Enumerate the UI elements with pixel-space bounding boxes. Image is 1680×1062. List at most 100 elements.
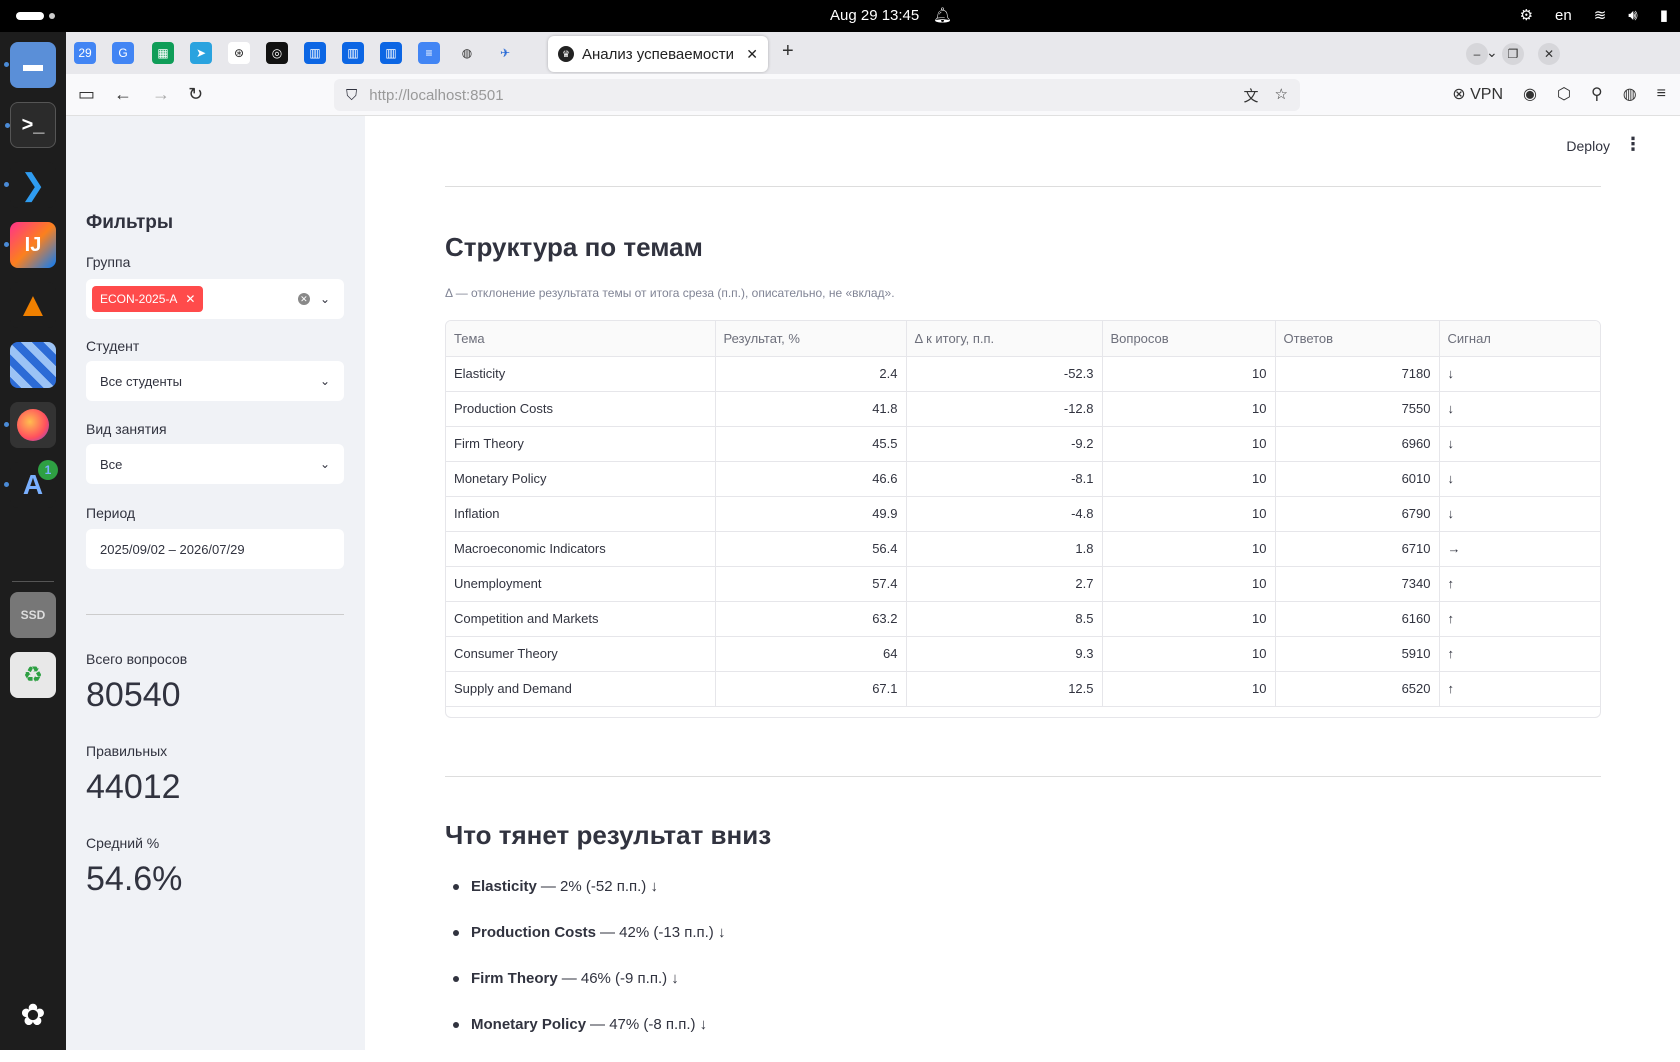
- workspace-dot[interactable]: [49, 13, 55, 19]
- url-text[interactable]: http://localhost:8501: [369, 87, 503, 104]
- student-select[interactable]: Все студенты ⌄: [86, 361, 344, 401]
- table-cell[interactable]: Inflation: [446, 496, 716, 532]
- trello-tab-icon-2[interactable]: ▥: [342, 42, 364, 64]
- back-icon[interactable]: ←: [114, 84, 132, 105]
- table-cell[interactable]: ↓: [1439, 426, 1600, 462]
- chevron-down-icon[interactable]: ⌄: [320, 292, 330, 306]
- table-cell[interactable]: Production Costs: [446, 391, 716, 427]
- search-extension-icon[interactable]: ⚲: [1591, 84, 1603, 104]
- close-window-icon[interactable]: ✕: [1538, 43, 1560, 65]
- extensions-icon[interactable]: ⬡: [1557, 84, 1571, 104]
- table-cell[interactable]: 2.7: [906, 566, 1103, 602]
- activity-select[interactable]: Все ⌄: [86, 444, 344, 484]
- table-cell[interactable]: 9.3: [906, 636, 1103, 672]
- sidebar-toggle-icon[interactable]: ▭: [78, 84, 95, 105]
- table-cell[interactable]: 57.4: [715, 566, 907, 602]
- group-tag[interactable]: ECON-2025-A ✕: [92, 286, 204, 312]
- globe-tab-icon[interactable]: ◍: [456, 42, 478, 64]
- site-security-icon[interactable]: ⛉: [346, 87, 357, 104]
- table-cell[interactable]: 64: [715, 636, 907, 672]
- wifi-icon[interactable]: ≋: [1594, 6, 1607, 24]
- more-options-icon[interactable]: ⋮: [1624, 134, 1642, 155]
- table-cell[interactable]: 1.8: [906, 531, 1103, 567]
- chevron-down-icon[interactable]: ⌄: [320, 457, 330, 471]
- table-cell[interactable]: Elasticity: [446, 356, 716, 392]
- ssd-drive-icon[interactable]: SSD: [10, 592, 56, 638]
- column-header[interactable]: Ответов: [1275, 321, 1440, 357]
- network-app-icon[interactable]: A1: [4, 460, 58, 508]
- telegram-tab-icon[interactable]: ➤: [190, 42, 212, 64]
- table-cell[interactable]: 10: [1102, 426, 1276, 462]
- workspace-indicator[interactable]: [16, 12, 44, 20]
- table-cell[interactable]: 12.5: [906, 671, 1103, 707]
- table-cell[interactable]: 10: [1102, 461, 1276, 497]
- table-cell[interactable]: -4.8: [906, 496, 1103, 532]
- table-cell[interactable]: 2.4: [715, 356, 907, 392]
- vlc-app-icon[interactable]: ▲: [10, 282, 56, 328]
- table-cell[interactable]: -52.3: [906, 356, 1103, 392]
- table-cell[interactable]: 7550: [1275, 391, 1440, 427]
- table-row[interactable]: Inflation 49.9 -4.8 10 6790 ↓: [446, 496, 1600, 532]
- table-cell[interactable]: Unemployment: [446, 566, 716, 602]
- table-cell[interactable]: 7340: [1275, 566, 1440, 602]
- column-header[interactable]: Δ к итогу, п.п.: [906, 321, 1103, 357]
- group-multiselect[interactable]: ECON-2025-A ✕ ✕ ⌄: [86, 279, 344, 319]
- volume-icon[interactable]: 🔊︎: [1628, 7, 1637, 24]
- firefox-app-icon[interactable]: [4, 402, 56, 448]
- translate-page-icon[interactable]: 文: [1244, 85, 1259, 106]
- column-header[interactable]: Вопросов: [1102, 321, 1276, 357]
- table-cell[interactable]: 6010: [1275, 461, 1440, 497]
- table-cell[interactable]: →: [1439, 531, 1600, 567]
- translate-tab-icon[interactable]: G: [112, 42, 134, 64]
- terminal-app-icon[interactable]: >_: [5, 102, 56, 148]
- battery-icon[interactable]: ▮: [1660, 6, 1668, 24]
- table-cell[interactable]: 8.5: [906, 601, 1103, 637]
- table-row[interactable]: Supply and Demand 67.1 12.5 10 6520 ↑: [446, 671, 1600, 707]
- table-cell[interactable]: 10: [1102, 636, 1276, 672]
- url-bar[interactable]: ⛉ http://localhost:8501 文 ☆: [334, 79, 1300, 111]
- table-cell[interactable]: Supply and Demand: [446, 671, 716, 707]
- table-cell[interactable]: 6710: [1275, 531, 1440, 567]
- table-cell[interactable]: ↑: [1439, 566, 1600, 602]
- table-row[interactable]: Monetary Policy 46.6 -8.1 10 6010 ↓: [446, 461, 1600, 497]
- table-cell[interactable]: 49.9: [715, 496, 907, 532]
- table-cell[interactable]: -8.1: [906, 461, 1103, 497]
- files-app-icon[interactable]: ▬: [4, 42, 56, 88]
- vscode-app-icon[interactable]: ❯: [4, 162, 56, 208]
- table-cell[interactable]: 10: [1102, 356, 1276, 392]
- table-cell[interactable]: ↓: [1439, 496, 1600, 532]
- table-cell[interactable]: ↓: [1439, 356, 1600, 392]
- sheets-tab-icon[interactable]: ▦: [152, 42, 174, 64]
- table-cell[interactable]: Competition and Markets: [446, 601, 716, 637]
- globe-extension-icon[interactable]: ◍: [1623, 84, 1637, 104]
- table-cell[interactable]: 6160: [1275, 601, 1440, 637]
- language-indicator[interactable]: en: [1555, 7, 1572, 24]
- table-cell[interactable]: 10: [1102, 531, 1276, 567]
- dark-app-tab-icon[interactable]: ◎: [266, 42, 288, 64]
- account-icon[interactable]: ◉: [1523, 84, 1537, 104]
- column-header[interactable]: Сигнал: [1439, 321, 1600, 357]
- column-header[interactable]: Результат, %: [715, 321, 907, 357]
- table-row[interactable]: Competition and Markets 63.2 8.5 10 6160 ↑: [446, 601, 1600, 637]
- restore-window-icon[interactable]: ❐: [1502, 43, 1524, 65]
- table-cell[interactable]: Firm Theory: [446, 426, 716, 462]
- notification-bell-icon[interactable]: 🔔︎: [933, 6, 952, 24]
- table-cell[interactable]: 56.4: [715, 531, 907, 567]
- docs-tab-icon[interactable]: ≡: [418, 42, 440, 64]
- remove-tag-icon[interactable]: ✕: [185, 292, 195, 306]
- table-cell[interactable]: ↓: [1439, 391, 1600, 427]
- table-cell[interactable]: 63.2: [715, 601, 907, 637]
- table-cell[interactable]: 10: [1102, 671, 1276, 707]
- table-cell[interactable]: 45.5: [715, 426, 907, 462]
- active-tab[interactable]: ♛ Анализ успеваемости ✕: [548, 36, 768, 72]
- trash-icon[interactable]: ♻: [10, 652, 56, 698]
- bookmark-star-icon[interactable]: ☆: [1275, 85, 1288, 106]
- table-cell[interactable]: 6790: [1275, 496, 1440, 532]
- table-cell[interactable]: 46.6: [715, 461, 907, 497]
- table-cell[interactable]: 10: [1102, 496, 1276, 532]
- table-cell[interactable]: 5910: [1275, 636, 1440, 672]
- close-tab-icon[interactable]: ✕: [746, 46, 758, 63]
- table-cell[interactable]: -9.2: [906, 426, 1103, 462]
- table-cell[interactable]: ↑: [1439, 601, 1600, 637]
- table-cell[interactable]: ↑: [1439, 636, 1600, 672]
